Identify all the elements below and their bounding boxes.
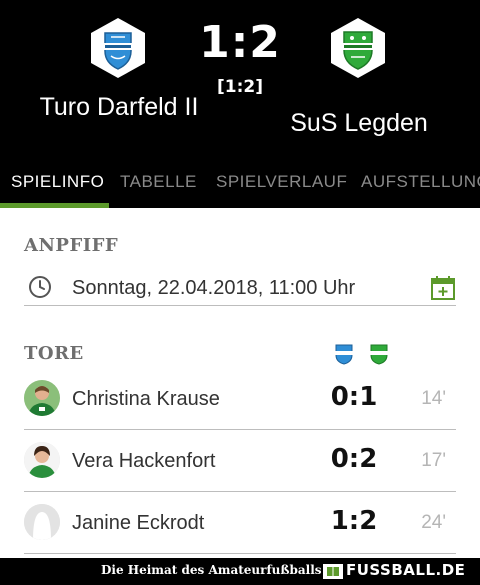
goal-row[interactable]: Vera Hackenfort 0:2 17' bbox=[24, 430, 456, 492]
goal-row[interactable]: Janine Eckrodt 1:2 24' bbox=[24, 492, 456, 554]
footer-brand: FUSSBALL.DE bbox=[346, 561, 466, 579]
kickoff-datetime: Sonntag, 22.04.2018, 11:00 Uhr bbox=[72, 277, 356, 299]
player-photo-icon bbox=[24, 380, 60, 416]
goal-scorer[interactable]: Vera Hackenfort bbox=[72, 450, 215, 473]
match-tabs: SPIELINFO TABELLE SPIELVERLAUF AUFSTELLU… bbox=[0, 163, 480, 208]
player-avatar bbox=[24, 442, 60, 478]
goal-score: 0:2 bbox=[330, 444, 378, 474]
goal-minute: 24' bbox=[421, 512, 446, 533]
match-header: 1:2 [1:2] Turo Darfeld II SuS Legden SPI… bbox=[0, 0, 480, 208]
tab-spielinfo[interactable]: SPIELINFO bbox=[11, 172, 104, 192]
kickoff-section-title: ANPFIFF bbox=[24, 235, 119, 256]
match-info-card: ANPFIFF Sonntag, 22.04.2018, 11:00 Uhr T… bbox=[0, 208, 480, 558]
halftime-score: [1:2] bbox=[217, 77, 263, 97]
match-page: 1:2 [1:2] Turo Darfeld II SuS Legden SPI… bbox=[0, 0, 480, 585]
fussball-de-logo-icon bbox=[323, 564, 343, 579]
goal-minute: 17' bbox=[421, 450, 446, 471]
away-team-crest-icon[interactable] bbox=[327, 17, 389, 79]
player-avatar-placeholder bbox=[24, 504, 60, 540]
clock-icon bbox=[29, 276, 51, 298]
footer-tagline: Die Heimat des Amateurfußballs bbox=[101, 563, 322, 577]
home-team-crest-icon[interactable] bbox=[87, 17, 149, 79]
away-team-name[interactable]: SuS Legden bbox=[270, 109, 448, 138]
goal-scorer[interactable]: Christina Krause bbox=[72, 388, 220, 411]
goal-minute: 14' bbox=[421, 388, 446, 409]
user-placeholder-icon bbox=[24, 504, 60, 540]
tab-spielverlauf[interactable]: SPIELVERLAUF bbox=[216, 172, 347, 192]
goal-scorer[interactable]: Janine Eckrodt bbox=[72, 512, 204, 535]
footer-banner[interactable]: Die Heimat des Amateurfußballs FUSSBALL.… bbox=[0, 558, 480, 585]
player-avatar bbox=[24, 380, 60, 416]
kickoff-row: Sonntag, 22.04.2018, 11:00 Uhr bbox=[24, 268, 456, 306]
goals-section-title: TORE bbox=[24, 343, 84, 364]
home-mini-crest-icon bbox=[335, 344, 353, 365]
home-team-name[interactable]: Turo Darfeld II bbox=[30, 93, 208, 122]
calendar-add-icon[interactable] bbox=[430, 275, 456, 301]
goal-score: 1:2 bbox=[330, 506, 378, 536]
tab-aufstellung[interactable]: AUFSTELLUNG bbox=[361, 172, 480, 192]
player-photo-icon bbox=[24, 442, 60, 478]
goal-score: 0:1 bbox=[330, 382, 378, 412]
final-score: 1:2 bbox=[199, 17, 281, 68]
tab-tabelle[interactable]: TABELLE bbox=[120, 172, 197, 192]
goal-row[interactable]: Christina Krause 0:1 14' bbox=[24, 368, 456, 430]
away-mini-crest-icon bbox=[370, 344, 388, 365]
